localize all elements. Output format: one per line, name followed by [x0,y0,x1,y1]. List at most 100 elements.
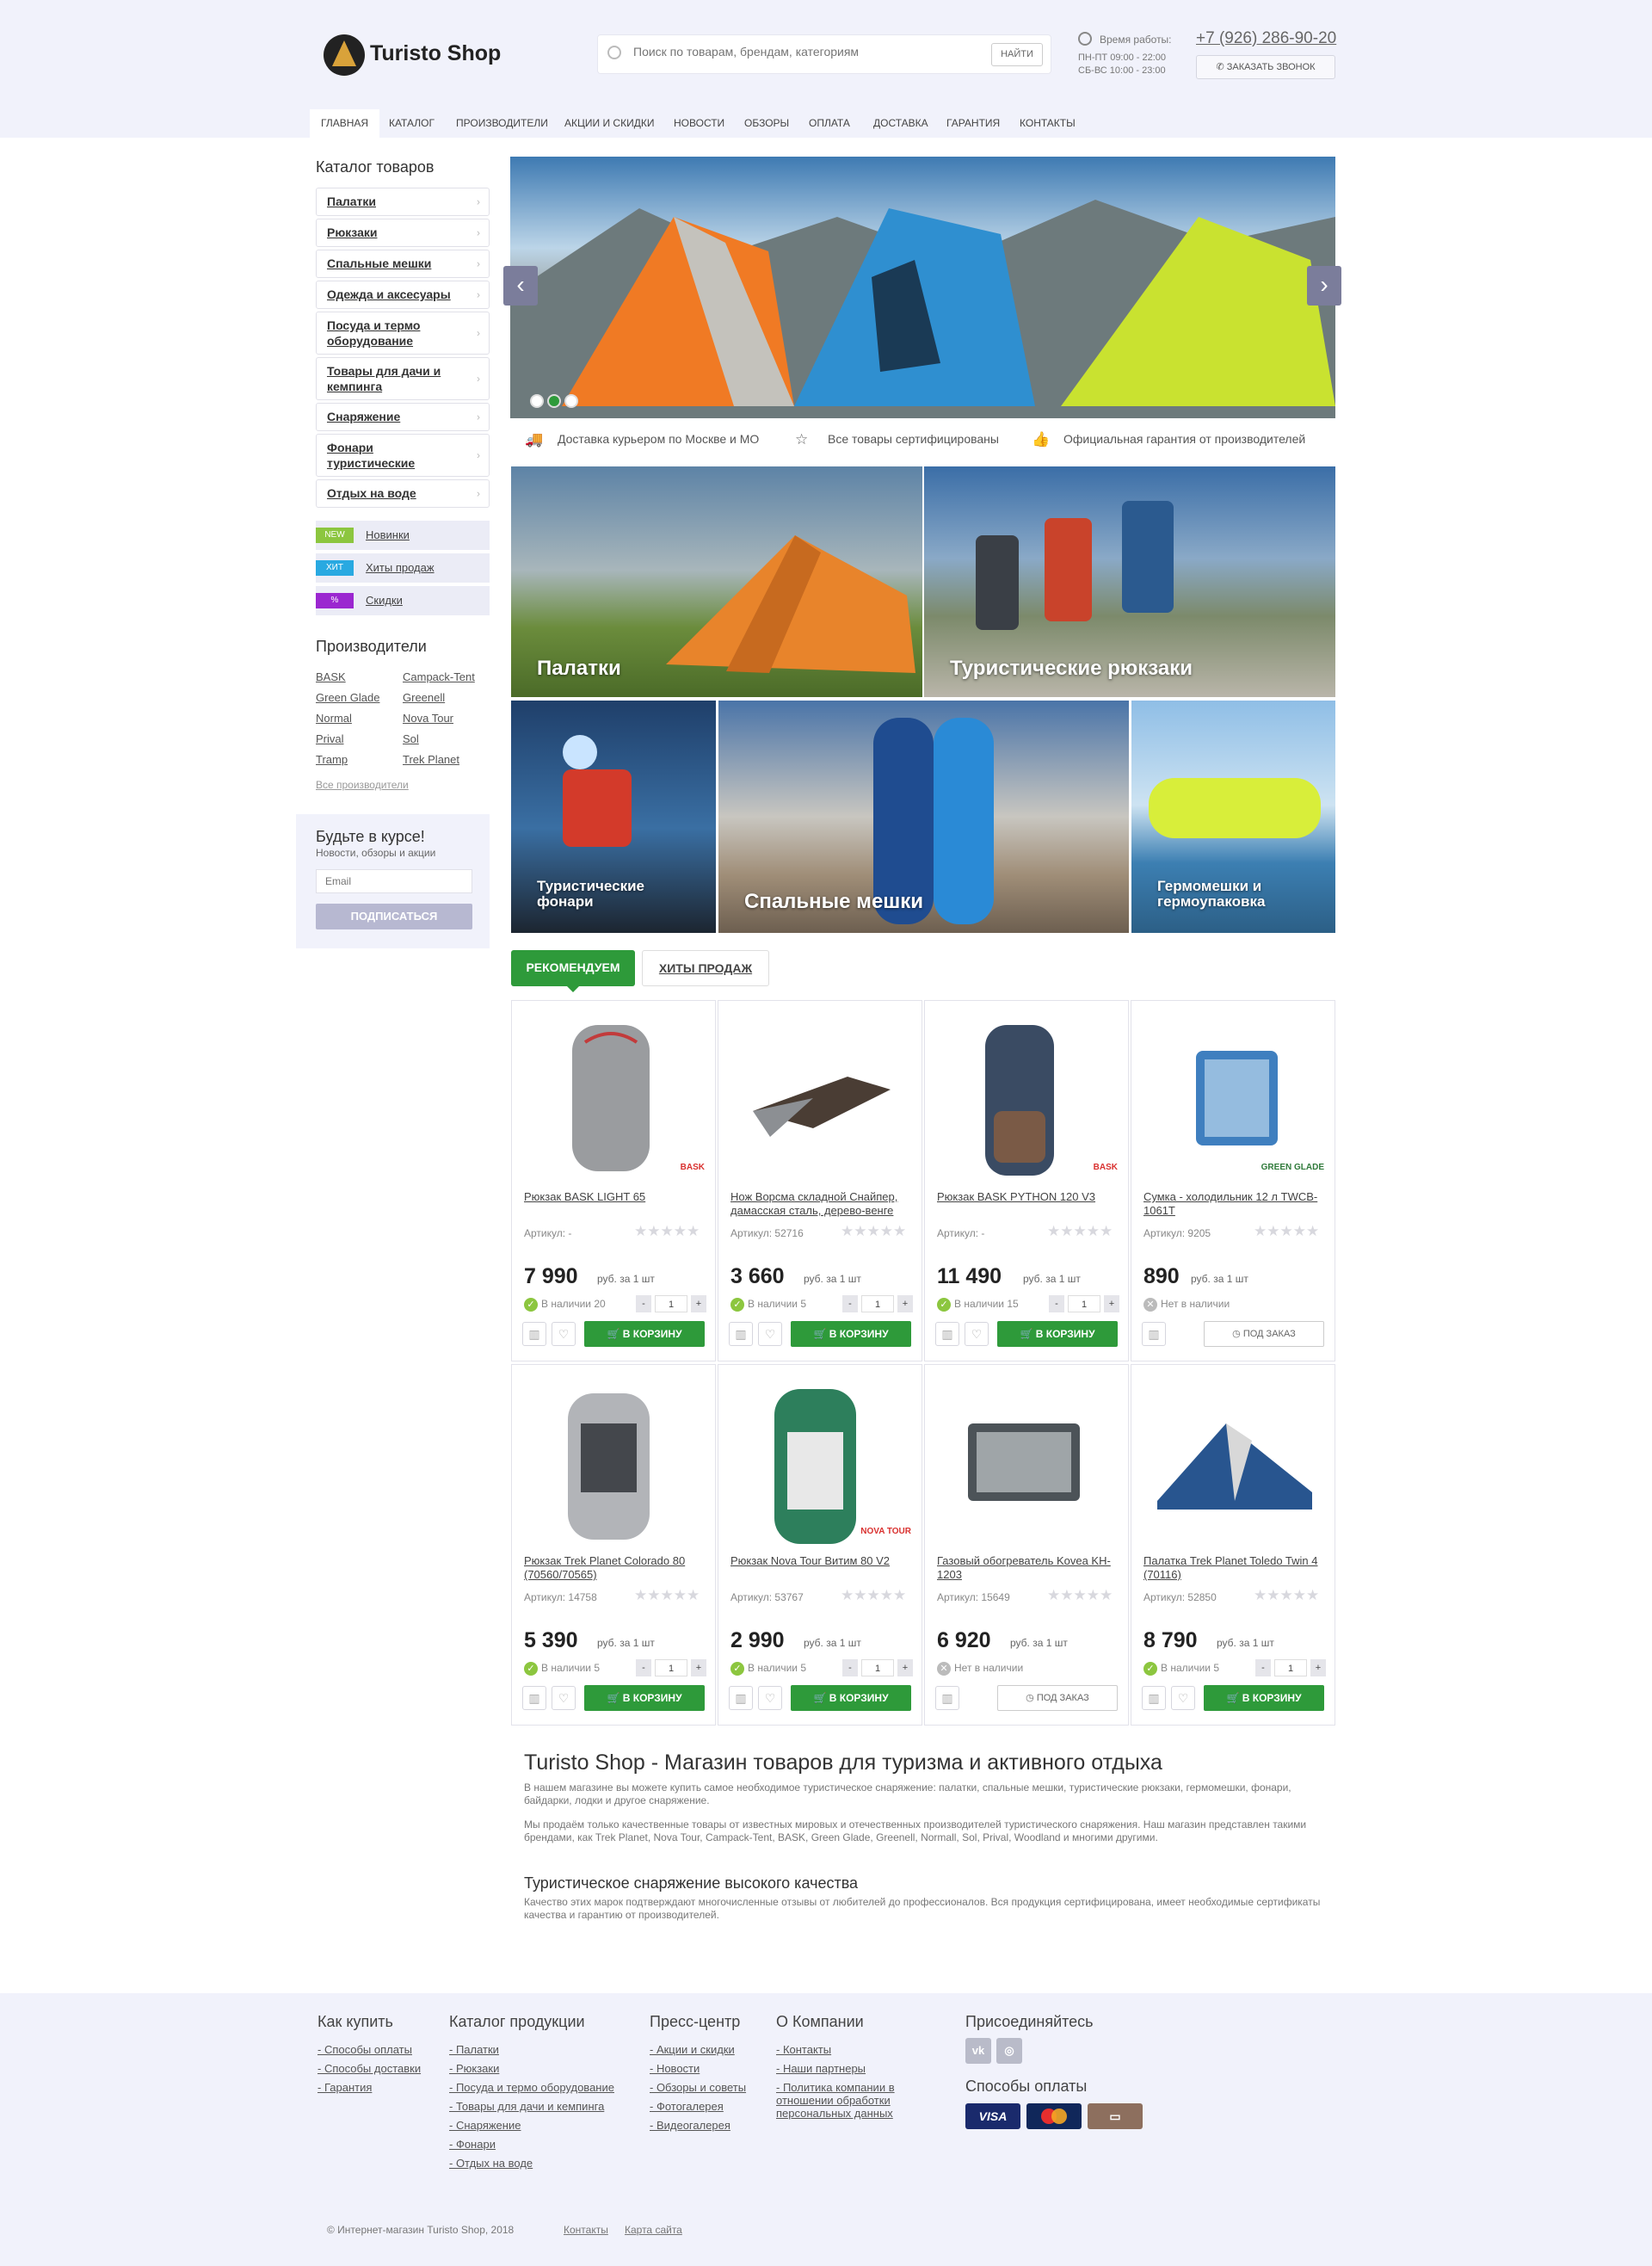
nav-payment[interactable]: ОПЛАТА [798,109,861,138]
sidebar-item-new[interactable]: NEW Новинки [316,521,490,550]
footer-link[interactable]: - Видеогалерея [650,2119,730,2132]
footer-link[interactable]: - Снаряжение [449,2119,521,2132]
heart-icon[interactable]: ♡ [758,1322,782,1346]
product-image[interactable] [718,1008,922,1180]
product-card[interactable]: GREEN GLADE Сумка - холодильник 12 л TWCB… [1131,1000,1335,1361]
product-image[interactable] [925,1008,1128,1180]
heart-icon[interactable]: ♡ [552,1686,576,1710]
product-name[interactable]: Газовый обогреватель Kovea KH-1203 [937,1554,1121,1582]
brand-link[interactable]: Sol [403,732,419,745]
heart-icon[interactable]: ♡ [552,1322,576,1346]
compare-icon[interactable]: ▥ [935,1686,959,1710]
footer-link[interactable]: - Палатки [449,2043,499,2056]
tab-recommended[interactable]: РЕКОМЕНДУЕМ [511,950,635,986]
add-to-cart-button[interactable]: 🛒 В КОРЗИНУ [584,1685,705,1711]
nav-reviews[interactable]: ОБЗОРЫ [733,109,800,138]
sidebar-item-sale[interactable]: % Скидки [316,586,490,615]
brand-link[interactable]: BASK [316,670,346,683]
nav-news[interactable]: НОВОСТИ [663,109,736,138]
add-to-cart-button[interactable]: 🛒 В КОРЗИНУ [1204,1685,1324,1711]
add-to-cart-button[interactable]: 🛒 В КОРЗИНУ [997,1321,1118,1347]
nav-brands[interactable]: ПРОИЗВОДИТЕЛИ [445,109,559,138]
qty-minus-button[interactable]: - [842,1295,858,1312]
qty-input[interactable]: 1 [1068,1295,1100,1312]
brand-link[interactable]: Tramp [316,753,348,766]
heart-icon[interactable]: ♡ [965,1322,989,1346]
compare-icon[interactable]: ▥ [729,1686,753,1710]
brand-link[interactable]: Normal [316,712,352,725]
product-card[interactable]: NOVA TOUR Рюкзак Nova Tour Витим 80 V2 Арт… [718,1364,922,1726]
qty-plus-button[interactable]: + [1104,1295,1119,1312]
footer-link[interactable]: - Способы оплаты [317,2043,412,2056]
footer-link[interactable]: - Контакты [776,2043,831,2056]
slider-dot[interactable] [530,394,544,408]
product-card[interactable]: BASK Рюкзак BASK PYTHON 120 V3 Артикул: - ★… [924,1000,1129,1361]
sidebar-category[interactable]: Товары для дачи и кемпинга › [316,357,490,400]
slider-prev-button[interactable]: ‹ [503,266,538,306]
nav-contacts[interactable]: КОНТАКТЫ [1008,109,1087,138]
add-to-cart-button[interactable]: 🛒 В КОРЗИНУ [791,1321,911,1347]
footer-link[interactable]: - Обзоры и советы [650,2081,746,2094]
email-field[interactable] [316,869,472,893]
compare-icon[interactable]: ▥ [522,1686,546,1710]
brand-link[interactable]: Nova Tour [403,712,453,725]
compare-icon[interactable]: ▥ [729,1322,753,1346]
slider-dot[interactable] [564,394,578,408]
footer-link[interactable]: - Гарантия [317,2081,372,2094]
product-image[interactable] [718,1372,922,1544]
footer-link[interactable]: - Товары для дачи и кемпинга [449,2100,604,2113]
brand-link[interactable]: Campack-Tent [403,670,475,683]
qty-input[interactable]: 1 [1274,1659,1307,1676]
nav-catalog[interactable]: КАТАЛОГ [378,109,446,138]
search-input[interactable] [633,45,977,59]
heart-icon[interactable]: ♡ [758,1686,782,1710]
sidebar-category[interactable]: Отдых на воде › [316,479,490,508]
sidebar-category[interactable]: Снаряжение › [316,403,490,431]
qty-minus-button[interactable]: - [1255,1659,1271,1676]
footer-link[interactable]: - Новости [650,2062,700,2075]
product-image[interactable] [1131,1372,1335,1544]
callback-button[interactable]: ✆ ЗАКАЗАТЬ ЗВОНОК [1196,55,1335,79]
sidebar-category[interactable]: Посуда и термо оборудование › [316,312,490,355]
tab-bestsellers[interactable]: ХИТЫ ПРОДАЖ [642,950,769,986]
search-button[interactable]: НАЙТИ [991,43,1043,66]
all-brands-link[interactable]: Все производители [316,779,409,791]
footer-link[interactable]: - Фонари [449,2138,496,2151]
brand-link[interactable]: Trek Planet [403,753,459,766]
qty-input[interactable]: 1 [861,1659,894,1676]
add-to-cart-button[interactable]: 🛒 В КОРЗИНУ [791,1685,911,1711]
sitemap-link[interactable]: Карта сайта [625,2224,682,2236]
logo-text[interactable]: Turisto Shop [370,41,501,66]
product-card[interactable]: Газовый обогреватель Kovea KH-1203 Артику… [924,1364,1129,1726]
footer-link[interactable]: - Рюкзаки [449,2062,499,2075]
footer-contacts-link[interactable]: Контакты [564,2224,608,2236]
qty-minus-button[interactable]: - [636,1295,651,1312]
product-image[interactable] [1131,1008,1335,1180]
product-image[interactable] [512,1372,715,1544]
product-card[interactable]: Нож Ворсма складной Снайпер, дамасская с… [718,1000,922,1361]
nav-sales[interactable]: АКЦИИ И СКИДКИ [553,109,665,138]
nav-home[interactable]: ГЛАВНАЯ [310,109,380,138]
compare-icon[interactable]: ▥ [1142,1686,1166,1710]
slider-next-button[interactable]: › [1307,266,1341,306]
sidebar-item-hits[interactable]: ХИТ Хиты продаж [316,553,490,583]
add-to-cart-button[interactable]: 🛒 В КОРЗИНУ [584,1321,705,1347]
product-name[interactable]: Рюкзак BASK LIGHT 65 [524,1190,708,1204]
product-card[interactable]: Палатка Trek Planet Toledo Twin 4 (70116… [1131,1364,1335,1726]
instagram-icon[interactable]: ◎ [996,2038,1022,2064]
product-name[interactable]: Рюкзак Nova Tour Витим 80 V2 [730,1554,915,1568]
nav-warranty[interactable]: ГАРАНТИЯ [935,109,1011,138]
qty-plus-button[interactable]: + [1310,1659,1326,1676]
qty-input[interactable]: 1 [655,1295,687,1312]
qty-minus-button[interactable]: - [1049,1295,1064,1312]
pre-order-button[interactable]: ◷ ПОД ЗАКАЗ [1204,1321,1324,1347]
product-name[interactable]: Палатка Trek Planet Toledo Twin 4 (70116… [1143,1554,1328,1582]
footer-link[interactable]: - Наши партнеры [776,2062,866,2075]
footer-link[interactable]: - Акции и скидки [650,2043,735,2056]
product-image[interactable] [512,1008,715,1180]
product-name[interactable]: Рюкзак Trek Planet Colorado 80 (70560/70… [524,1554,708,1582]
heart-icon[interactable]: ♡ [1171,1686,1195,1710]
qty-plus-button[interactable]: + [691,1295,706,1312]
brand-link[interactable]: Greenell [403,691,445,704]
compare-icon[interactable]: ▥ [935,1322,959,1346]
